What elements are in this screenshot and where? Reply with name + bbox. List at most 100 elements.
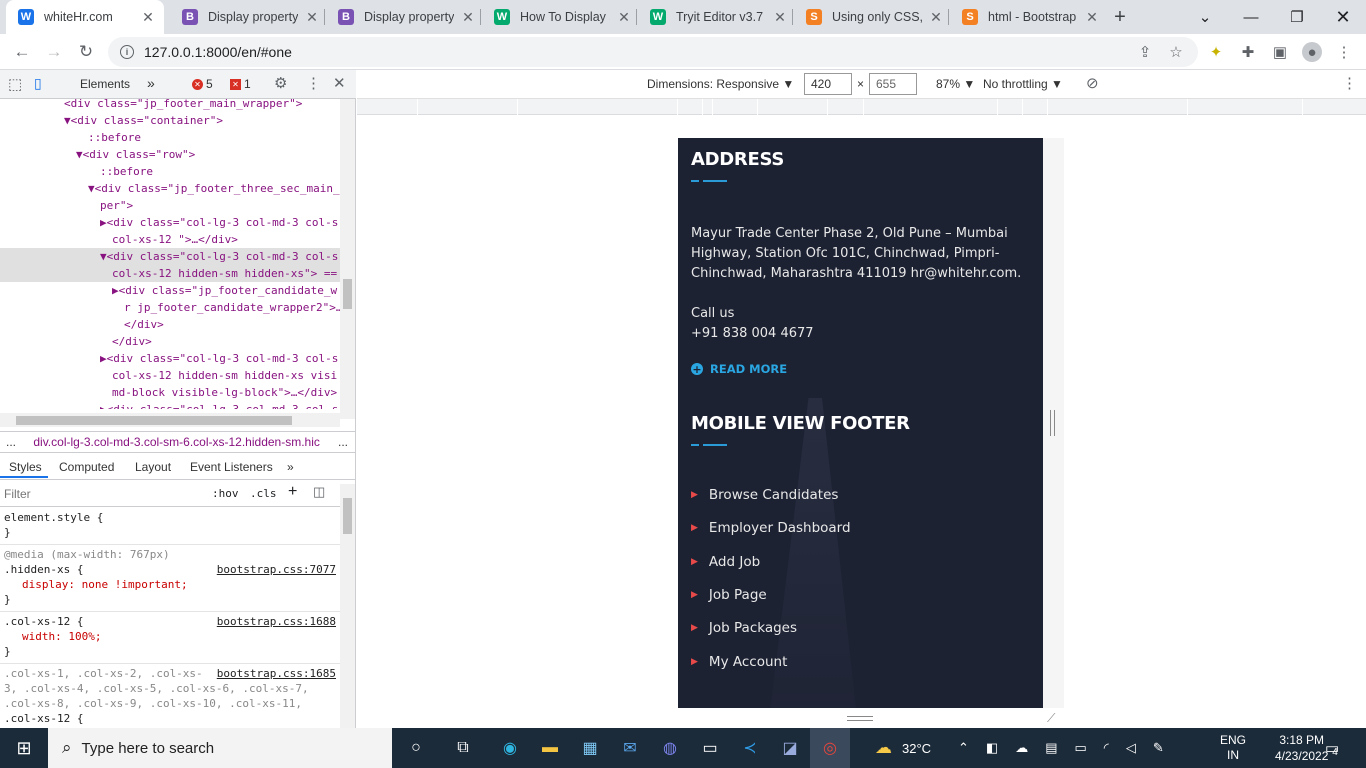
- styles-subtab[interactable]: Styles: [9, 460, 42, 474]
- taskbar-search[interactable]: ⌕ Type here to search: [48, 728, 392, 768]
- height-resize-handle[interactable]: [847, 716, 873, 721]
- more-tabs-button[interactable]: »: [147, 75, 155, 91]
- close-tab-icon[interactable]: ✕: [304, 9, 320, 26]
- issues-badge[interactable]: ✕ 1: [230, 77, 251, 91]
- onedrive-icon[interactable]: ☁: [1015, 740, 1028, 756]
- height-input[interactable]: 655: [869, 73, 917, 95]
- dom-node-line[interactable]: ▶<div class="jp_footer_candidate_w: [0, 282, 337, 299]
- dom-node-line[interactable]: r jp_footer_candidate_wrapper2">…: [0, 299, 340, 316]
- dom-h-scroll-thumb[interactable]: [16, 416, 292, 425]
- mail-icon[interactable]: ✉: [610, 728, 650, 768]
- hov-toggle[interactable]: :hov: [212, 487, 239, 500]
- dom-node-line[interactable]: md-block visible-lg-block">…</div>: [0, 384, 337, 401]
- meet-icon[interactable]: ◧: [986, 740, 998, 756]
- volume-icon[interactable]: ◁: [1126, 740, 1136, 756]
- browser-menu-icon[interactable]: ⋮: [1334, 42, 1354, 62]
- browser-tab[interactable]: B Display property ✕: [326, 0, 484, 34]
- start-windows-icon[interactable]: ⊞: [0, 728, 48, 768]
- close-tab-icon[interactable]: ✕: [616, 9, 632, 26]
- devtools-menu-icon[interactable]: ⋮: [306, 74, 321, 92]
- extensions-puzzle-icon[interactable]: ✚: [1238, 42, 1258, 62]
- terminal-icon[interactable]: ▭: [690, 728, 730, 768]
- read-more-link[interactable]: + READ MORE: [691, 362, 787, 376]
- inspect-element-icon[interactable]: ⬚: [8, 75, 22, 93]
- close-tab-icon[interactable]: ✕: [140, 9, 156, 26]
- breadcrumb-ellipsis-left[interactable]: ...: [6, 435, 16, 449]
- dom-node-line[interactable]: <div class="jp_footer_main_wrapper">: [0, 99, 302, 112]
- browser-tab[interactable]: S Using only CSS, s ✕: [794, 0, 952, 34]
- style-rule[interactable]: element.style {}: [0, 508, 340, 545]
- address-bar[interactable]: i 127.0.0.1:8000/en/#one: [108, 37, 1198, 67]
- pen-icon[interactable]: ✎: [1153, 740, 1164, 756]
- close-tab-icon[interactable]: ✕: [1084, 9, 1100, 26]
- close-tab-icon[interactable]: ✕: [460, 9, 476, 26]
- close-devtools-icon[interactable]: ✕: [333, 74, 346, 92]
- back-button[interactable]: ←: [8, 38, 36, 66]
- footer-link[interactable]: ▶ Employer Dashboard: [691, 520, 851, 536]
- dom-h-scrollbar[interactable]: [0, 413, 340, 427]
- footer-link[interactable]: ▶ My Account: [691, 654, 787, 670]
- chrome-icon[interactable]: ◎: [810, 728, 850, 768]
- site-info-icon[interactable]: i: [120, 45, 134, 59]
- language-indicator[interactable]: ENG IN: [1220, 728, 1246, 768]
- show-hidden-icons[interactable]: ⌃: [958, 740, 969, 756]
- vscode-icon[interactable]: ≺: [730, 728, 770, 768]
- store-icon[interactable]: ▦: [570, 728, 610, 768]
- browser-tab[interactable]: Shtml - Bootstrap ✕: [950, 0, 1108, 34]
- side-panel-icon[interactable]: ▣: [1270, 42, 1290, 62]
- minimize-button[interactable]: —: [1228, 0, 1274, 34]
- width-resize-handle[interactable]: [1050, 410, 1055, 436]
- teams-icon[interactable]: ◍: [650, 728, 690, 768]
- dom-node-line[interactable]: ::before: [0, 129, 141, 146]
- style-rule[interactable]: @media (max-width: 767px) .hidden-xs {dis…: [0, 545, 340, 612]
- toggle-sidebar-icon[interactable]: ◫: [313, 484, 325, 500]
- bookmark-star-icon[interactable]: ☆: [1166, 42, 1186, 62]
- new-tab-button[interactable]: +: [1110, 6, 1130, 28]
- wifi-icon[interactable]: ◜: [1104, 740, 1109, 756]
- device-menu-icon[interactable]: ⋮: [1342, 74, 1357, 92]
- dom-node-line[interactable]: ▼<div class="jp_footer_three_sec_main_: [0, 180, 340, 197]
- profile-avatar-icon[interactable]: ●: [1302, 42, 1322, 62]
- dom-scroll-thumb[interactable]: [343, 279, 352, 309]
- dom-tree[interactable]: <div class="jp_footer_main_wrapper"> ▼<di…: [0, 99, 340, 409]
- dom-node-line[interactable]: ▼<div class="container">: [0, 112, 223, 129]
- dom-node-line[interactable]: col-xs-12 hidden-sm hidden-xs visi: [0, 367, 337, 384]
- new-style-rule-icon[interactable]: +: [288, 483, 297, 501]
- dom-node-line[interactable]: ::before: [0, 163, 153, 180]
- throttling-dropdown[interactable]: No throttling ▼: [983, 77, 1063, 91]
- footer-link[interactable]: ▶ Job Page: [691, 587, 767, 603]
- url-text[interactable]: 127.0.0.1:8000/en/#one: [144, 44, 292, 60]
- styles-subtab[interactable]: »: [287, 460, 294, 474]
- styles-subtab[interactable]: Event Listeners: [190, 460, 273, 474]
- style-rule[interactable]: .col-xs-12 {width: 100%;} bootstrap.css:1…: [0, 612, 340, 664]
- footer-link[interactable]: ▶ Add Job: [691, 554, 760, 570]
- styles-scrollbar[interactable]: [340, 484, 355, 728]
- close-tab-icon[interactable]: ✕: [772, 9, 788, 26]
- forward-button[interactable]: →: [40, 38, 68, 66]
- task-view-icon[interactable]: ⧉: [443, 728, 483, 768]
- dom-node-line[interactable]: </div>: [0, 333, 152, 350]
- app-icon[interactable]: ◪: [770, 728, 810, 768]
- dom-node-line[interactable]: </div>: [0, 316, 164, 333]
- file-explorer-icon[interactable]: ▬: [530, 728, 570, 768]
- width-input[interactable]: 420: [804, 73, 852, 95]
- styles-scroll-thumb[interactable]: [343, 498, 352, 534]
- dimensions-dropdown[interactable]: Dimensions: Responsive ▼: [647, 77, 794, 91]
- dom-node-line[interactable]: ▼<div class="row">: [0, 146, 195, 163]
- close-tab-icon[interactable]: ✕: [928, 9, 944, 26]
- style-rule[interactable]: .col-xs-1, .col-xs-2, .col-xs- 3, .col-xs…: [0, 664, 340, 728]
- styles-subtab[interactable]: Layout: [135, 460, 171, 474]
- styles-subtab[interactable]: Computed: [59, 460, 114, 474]
- zoom-dropdown[interactable]: 87% ▼: [936, 77, 975, 91]
- settings-gear-icon[interactable]: ⚙: [274, 74, 287, 92]
- edge-icon[interactable]: ◉: [490, 728, 530, 768]
- close-window-button[interactable]: ✕: [1320, 0, 1366, 34]
- dom-node-line[interactable]: col-xs-12 ">…</div>: [0, 231, 238, 248]
- restore-button[interactable]: ❐: [1274, 0, 1320, 34]
- dom-scrollbar[interactable]: [340, 99, 355, 419]
- error-badge[interactable]: ✕ 5: [192, 77, 213, 91]
- rule-source-link[interactable]: bootstrap.css:1688: [217, 614, 336, 629]
- dom-node-line[interactable]: per">: [0, 197, 133, 214]
- browser-tab[interactable]: W How To Display a ✕: [482, 0, 640, 34]
- notification-center[interactable]: ▭ 4: [1325, 728, 1339, 768]
